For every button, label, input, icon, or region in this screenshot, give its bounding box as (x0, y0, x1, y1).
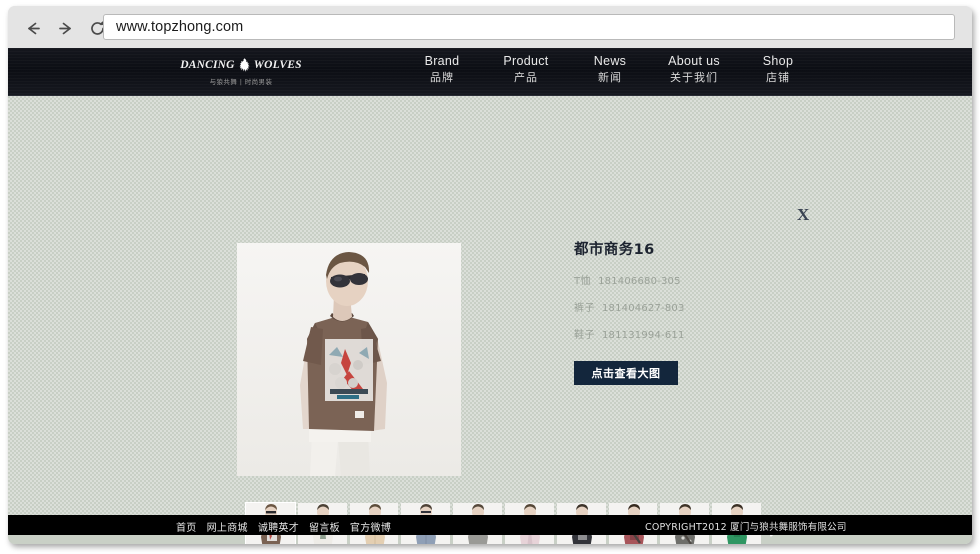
nav-item-about-cn: 关于我们 (670, 71, 718, 84)
nav-item-product[interactable]: Product 产品 (484, 54, 568, 85)
site-footer: 首页 网上商城 诚聘英才 留言板 官方微博 COPYRIGHT2012 厦门与狼… (8, 515, 972, 535)
product-overlay: X 都市商务16 T恤 181406680-305 裤子 181404627-8… (8, 96, 972, 544)
spec-code-shoes: 181131994-611 (602, 330, 685, 341)
footer-link-guestbook[interactable]: 留言板 (309, 519, 340, 534)
nav-item-about-en: About us (668, 54, 720, 68)
site-header: DANCING WOLVES 与狼共舞 | 时尚男装 Brand 品牌 Prod… (8, 48, 972, 96)
footer-link-home[interactable]: 首页 (176, 519, 197, 534)
spec-code-tshirt: 181406680-305 (598, 276, 681, 287)
main-navigation: Brand 品牌 Product 产品 News 新闻 About us 关于我… (400, 54, 820, 92)
close-icon[interactable]: X (797, 206, 809, 223)
logo-subtitle: 与狼共舞 | 时尚男装 (209, 78, 273, 86)
back-arrow-icon[interactable] (18, 15, 48, 41)
url-bar[interactable]: www.topzhong.com (103, 14, 955, 40)
wolf-icon (237, 57, 252, 74)
nav-item-brand[interactable]: Brand 品牌 (400, 54, 484, 85)
url-text: www.topzhong.com (116, 19, 244, 35)
view-large-image-button[interactable]: 点击查看大图 (574, 361, 678, 385)
product-title: 都市商务16 (574, 242, 655, 258)
product-main-image[interactable] (237, 243, 461, 476)
logo-word-right: WOLVES (253, 58, 302, 71)
nav-item-brand-en: Brand (424, 54, 460, 68)
browser-window: www.topzhong.com DANCING WOLVES 与狼共舞 | 时… (8, 6, 972, 544)
footer-links: 首页 网上商城 诚聘英才 留言板 官方微博 (176, 519, 391, 534)
spec-code-pants: 181404627-803 (602, 303, 685, 314)
footer-link-weibo[interactable]: 官方微博 (350, 519, 391, 534)
site-logo[interactable]: DANCING WOLVES 与狼共舞 | 时尚男装 (180, 56, 302, 88)
product-info-panel: 都市商务16 T恤 181406680-305 裤子 181404627-803 鞋… (574, 238, 804, 385)
logo-wordmark: DANCING WOLVES (180, 58, 302, 73)
nav-item-product-en: Product (503, 54, 549, 68)
nav-item-brand-cn: 品牌 (430, 71, 454, 84)
forward-arrow-icon[interactable] (50, 15, 80, 41)
product-spec-row: 裤子 181404627-803 (574, 299, 804, 314)
logo-word-left: DANCING (180, 58, 235, 71)
nav-item-about[interactable]: About us 关于我们 (652, 54, 736, 85)
spec-label-shoes: 鞋子 (574, 330, 595, 341)
browser-nav-buttons (18, 15, 112, 41)
page-viewport: DANCING WOLVES 与狼共舞 | 时尚男装 Brand 品牌 Prod… (8, 48, 972, 544)
browser-chrome-bar: www.topzhong.com (8, 6, 972, 49)
nav-item-product-cn: 产品 (514, 71, 538, 84)
nav-item-shop-en: Shop (762, 54, 794, 68)
nav-item-news-cn: 新闻 (598, 71, 622, 84)
footer-link-online-mall[interactable]: 网上商城 (207, 519, 248, 534)
nav-item-news-en: News (593, 54, 627, 68)
footer-link-careers[interactable]: 诚聘英才 (258, 519, 299, 534)
spec-label-pants: 裤子 (574, 303, 595, 314)
product-spec-row: 鞋子 181131994-611 (574, 326, 804, 341)
nav-item-news[interactable]: News 新闻 (568, 54, 652, 85)
spec-label-tshirt: T恤 (574, 276, 592, 287)
product-spec-row: T恤 181406680-305 (574, 272, 804, 287)
footer-copyright: COPYRIGHT2012 厦门与狼共舞服饰有限公司 (645, 522, 847, 533)
nav-item-shop-cn: 店铺 (766, 71, 790, 84)
nav-item-shop[interactable]: Shop 店铺 (736, 54, 820, 85)
